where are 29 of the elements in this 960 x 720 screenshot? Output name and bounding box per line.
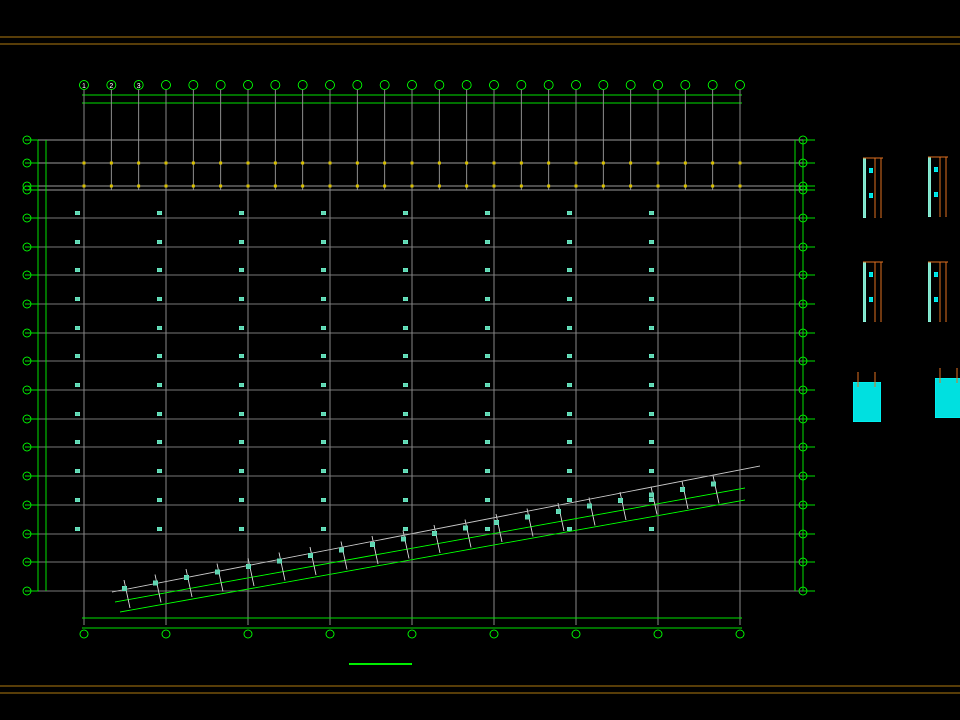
axis-bubble [243, 80, 253, 90]
axis-bubble [407, 80, 417, 90]
axis-bubble [598, 80, 608, 90]
axis-bubble [270, 80, 280, 90]
wall-section-drawing [928, 262, 948, 322]
axis-bubble [380, 80, 390, 90]
axis-bubble [708, 80, 718, 90]
title-underline [349, 663, 412, 665]
axis-bubble [735, 80, 745, 90]
axis-bubble [161, 80, 171, 90]
wall-section-drawing [928, 156, 948, 218]
axis-bubble [325, 80, 335, 90]
axis-bubble [434, 80, 444, 90]
axis-bubble [626, 80, 636, 90]
footing-section-drawing [853, 372, 881, 422]
axis-bubble [352, 80, 362, 90]
axis-bubble [489, 80, 499, 90]
axis-bubble [462, 80, 472, 90]
footing-section-drawing [935, 368, 960, 418]
axis-bubble [653, 80, 663, 90]
axis-bubble [544, 80, 554, 90]
axis-bubble [571, 80, 581, 90]
axis-bubble [680, 80, 690, 90]
axis-bubble [516, 80, 526, 90]
wall-section-drawing [862, 158, 884, 218]
axis-bubble [298, 80, 308, 90]
axis-bubble [188, 80, 198, 90]
wall-section-drawing [862, 262, 884, 322]
axis-bubble [216, 80, 226, 90]
